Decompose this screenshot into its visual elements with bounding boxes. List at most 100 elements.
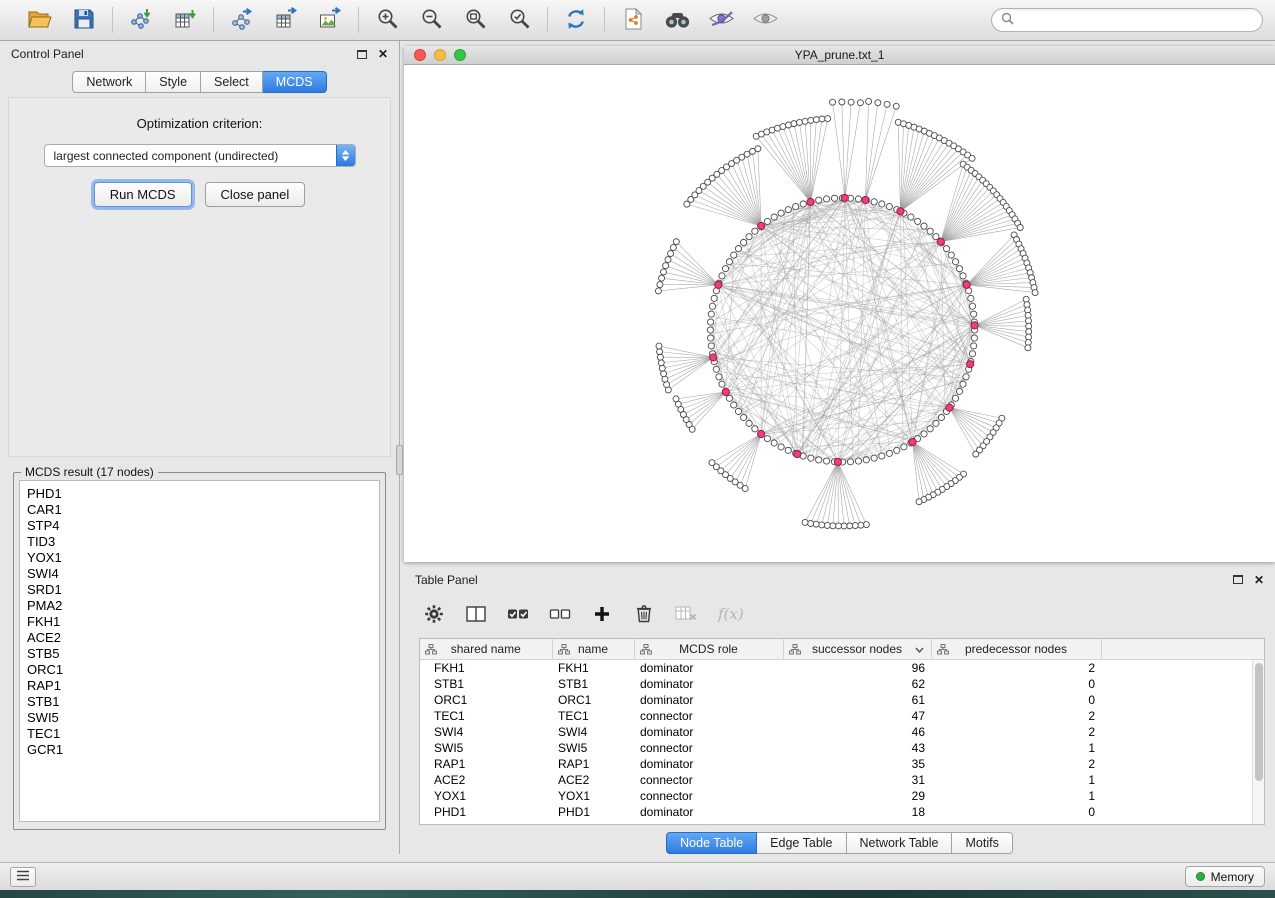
zoom-fit-button[interactable] — [459, 4, 491, 36]
show-details-button[interactable] — [749, 4, 781, 36]
panel-resize-handle[interactable] — [396, 445, 403, 475]
table-row[interactable]: FKH1FKH1dominator962 — [420, 660, 1264, 676]
mcds-result-item[interactable]: YOX1 — [24, 550, 375, 566]
mcds-result-item[interactable]: STB1 — [24, 694, 375, 710]
window-close-button[interactable] — [414, 49, 426, 61]
function-builder-icon: f(x) — [716, 604, 748, 627]
window-minimize-button[interactable] — [434, 49, 446, 61]
table-panel-title: Table Panel — [415, 573, 478, 587]
export-table-button[interactable] — [270, 4, 302, 36]
search-box[interactable] — [991, 8, 1263, 32]
import-network-button[interactable] — [125, 4, 157, 36]
table-row[interactable]: SWI5SWI5connector431 — [420, 740, 1264, 756]
table-row[interactable]: STB1STB1dominator620 — [420, 676, 1264, 692]
add-column-icon — [593, 605, 611, 626]
close-panel-icon[interactable]: ✕ — [378, 48, 388, 60]
window-maximize-button[interactable] — [454, 49, 466, 61]
mcds-result-item[interactable]: CAR1 — [24, 502, 375, 518]
find-button[interactable] — [661, 4, 693, 36]
mcds-result-item[interactable]: GCR1 — [24, 742, 375, 758]
column-header-shared-name[interactable]: shared name — [420, 639, 552, 660]
save-session-button[interactable] — [68, 4, 100, 36]
show-details-icon — [752, 9, 779, 31]
export-table-icon — [274, 7, 298, 34]
tab-motifs[interactable]: Motifs — [952, 832, 1012, 854]
table-row[interactable]: PHD1PHD1dominator180 — [420, 804, 1264, 820]
mcds-result-item[interactable]: STB5 — [24, 646, 375, 662]
mcds-result-item[interactable]: SWI5 — [24, 710, 375, 726]
table-row[interactable]: ORC1ORC1dominator610 — [420, 692, 1264, 708]
zoom-in-icon — [376, 7, 399, 33]
mcds-result-item[interactable]: ACE2 — [24, 630, 375, 646]
save-session-icon — [73, 8, 95, 33]
mcds-result-item[interactable]: PMA2 — [24, 598, 375, 614]
mcds-result-item[interactable]: TID3 — [24, 534, 375, 550]
search-input[interactable] — [1020, 13, 1253, 27]
main-toolbar-groups — [12, 4, 793, 36]
mcds-result-item[interactable]: PHD1 — [24, 486, 375, 502]
table-settings-button[interactable] — [422, 601, 446, 629]
close-panel-button[interactable]: Close panel — [205, 182, 306, 207]
tab-network[interactable]: Network — [72, 71, 146, 93]
mcds-result-item[interactable]: TEC1 — [24, 726, 375, 742]
control-panel-title: Control Panel — [11, 47, 84, 61]
open-document-icon — [622, 7, 644, 34]
table-scrollbar-thumb[interactable] — [1255, 663, 1263, 781]
column-header-name[interactable]: name — [552, 639, 634, 660]
show-columns-button[interactable] — [464, 601, 488, 629]
zoom-out-button[interactable] — [415, 4, 447, 36]
mcds-result-item[interactable]: SRD1 — [24, 582, 375, 598]
mcds-result-item[interactable]: SWI4 — [24, 566, 375, 582]
panel-menu-button[interactable] — [10, 867, 36, 887]
tab-mcds[interactable]: MCDS — [263, 71, 327, 93]
zoom-selected-button[interactable] — [503, 4, 535, 36]
tab-edge-table[interactable]: Edge Table — [757, 832, 846, 854]
export-image-button[interactable] — [314, 4, 346, 36]
table-row[interactable]: SWI4SWI4dominator462 — [420, 724, 1264, 740]
paint-mapping-button[interactable] — [705, 4, 737, 36]
table-row[interactable]: ACE2ACE2connector311 — [420, 772, 1264, 788]
tab-node-table[interactable]: Node Table — [666, 832, 757, 854]
dropdown-selected-value: largest connected component (undirected) — [45, 149, 279, 163]
mcds-result-item[interactable]: RAP1 — [24, 678, 375, 694]
table-settings-icon — [424, 604, 444, 627]
refresh-button[interactable] — [560, 4, 592, 36]
select-all-button[interactable] — [506, 601, 530, 629]
zoom-in-button[interactable] — [371, 4, 403, 36]
open-file-button[interactable] — [24, 4, 56, 36]
main-area: Control Panel ✕ NetworkStyleSelectMCDS O… — [0, 41, 1275, 854]
mcds-result-list[interactable]: PHD1CAR1STP4TID3YOX1SWI4SRD1PMA2FKH1ACE2… — [19, 480, 380, 822]
float-table-panel-icon[interactable] — [1233, 575, 1243, 584]
tab-select[interactable]: Select — [201, 71, 263, 93]
table-row[interactable]: TEC1TEC1connector472 — [420, 708, 1264, 724]
memory-button[interactable]: Memory — [1185, 866, 1265, 887]
column-header-successor-nodes[interactable]: successor nodes — [783, 639, 931, 660]
open-document-button[interactable] — [617, 4, 649, 36]
deselect-all-button[interactable] — [548, 601, 572, 629]
optimization-criterion-dropdown[interactable]: largest connected component (undirected) — [44, 144, 356, 167]
column-header-mcds-role[interactable]: MCDS role — [634, 639, 783, 660]
table-row[interactable]: YOX1YOX1connector291 — [420, 788, 1264, 804]
export-network-icon — [230, 7, 254, 34]
search-icon — [1001, 12, 1014, 28]
app-window: Control Panel ✕ NetworkStyleSelectMCDS O… — [0, 0, 1275, 890]
export-network-button[interactable] — [226, 4, 258, 36]
delete-columns-button[interactable] — [632, 601, 656, 629]
mcds-result-item[interactable]: FKH1 — [24, 614, 375, 630]
tab-style[interactable]: Style — [146, 71, 201, 93]
float-panel-icon[interactable] — [357, 50, 367, 59]
zoom-fit-icon — [464, 7, 487, 33]
run-mcds-button[interactable]: Run MCDS — [94, 182, 192, 207]
network-canvas[interactable] — [404, 65, 1275, 562]
select-all-icon — [507, 605, 529, 626]
control-panel-titlebar: Control Panel ✕ — [0, 41, 399, 67]
column-header-predecessor-nodes[interactable]: predecessor nodes — [931, 639, 1101, 660]
tab-network-table[interactable]: Network Table — [847, 832, 953, 854]
table-scrollbar[interactable] — [1252, 660, 1264, 824]
add-column-button[interactable] — [590, 601, 614, 629]
table-row[interactable]: RAP1RAP1dominator352 — [420, 756, 1264, 772]
mcds-result-item[interactable]: STP4 — [24, 518, 375, 534]
mcds-result-item[interactable]: ORC1 — [24, 662, 375, 678]
import-table-button[interactable] — [169, 4, 201, 36]
close-table-panel-icon[interactable]: ✕ — [1254, 574, 1264, 586]
